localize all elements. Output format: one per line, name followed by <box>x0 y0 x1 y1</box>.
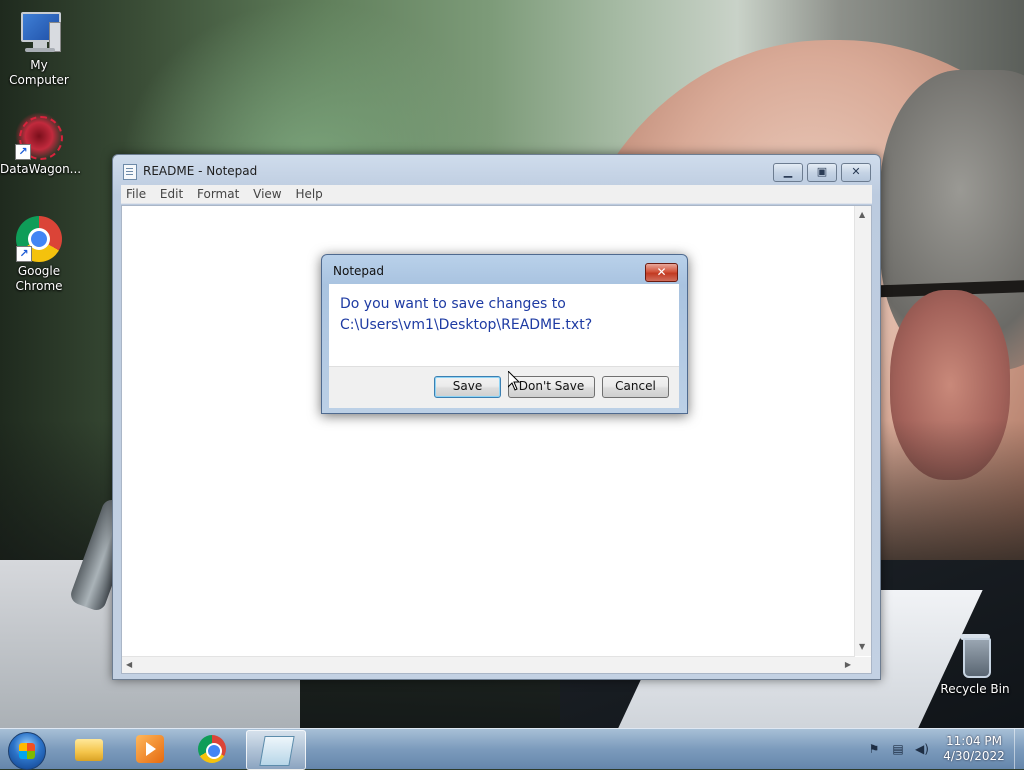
maximize-icon: ▣ <box>816 165 828 178</box>
scroll-right-icon[interactable]: ▶ <box>845 660 851 670</box>
mouse-cursor-icon <box>507 369 521 391</box>
cancel-button[interactable]: Cancel <box>602 376 669 398</box>
notepad-icon <box>259 736 295 766</box>
scroll-down-icon[interactable]: ▼ <box>859 642 865 652</box>
volume-icon[interactable]: ◀) <box>914 741 930 757</box>
system-clock[interactable]: 11:04 PM 4/30/2022 <box>936 734 1012 764</box>
scroll-up-icon[interactable]: ▲ <box>859 210 865 220</box>
close-icon: ✕ <box>851 165 861 178</box>
menu-file[interactable]: File <box>121 185 151 203</box>
desktop-icon-label: DataWagon... <box>0 162 82 176</box>
dont-save-button[interactable]: Don't Save <box>508 376 595 398</box>
dialog-body: Do you want to save changes to C:\Users\… <box>329 284 679 366</box>
close-button[interactable]: ✕ <box>841 163 871 182</box>
desktop-icon-label: Google Chrome <box>15 264 63 293</box>
desktop-icon-datawagon[interactable]: ↗ DataWagon... <box>0 112 82 177</box>
desktop-icon-recycle-bin[interactable]: Recycle Bin <box>936 632 1014 697</box>
save-changes-dialog[interactable]: Notepad ✕ Do you want to save changes to… <box>321 254 688 414</box>
computer-icon <box>15 8 63 56</box>
clock-time: 11:04 PM <box>946 734 1002 748</box>
menu-view[interactable]: View <box>248 185 286 203</box>
dialog-footer: Save Don't Save Cancel <box>329 366 679 408</box>
start-button[interactable] <box>8 732 46 770</box>
taskbar-media-player-button[interactable] <box>121 730 179 768</box>
notepad-window[interactable]: README - Notepad ▁ ▣ ✕ File Edit Format … <box>112 154 881 680</box>
menu-help[interactable]: Help <box>290 185 327 203</box>
menu-format[interactable]: Format <box>192 185 244 203</box>
taskbar-notepad-button[interactable] <box>246 730 306 770</box>
datawagon-icon: ↗ <box>15 112 63 160</box>
notepad-title: README - Notepad <box>143 164 258 178</box>
clock-date: 4/30/2022 <box>943 749 1005 763</box>
chrome-icon <box>198 735 226 763</box>
size-grip[interactable] <box>855 657 871 673</box>
chrome-icon: ↗ <box>16 216 62 262</box>
horizontal-scrollbar[interactable]: ◀ ▶ <box>122 656 855 673</box>
minimize-button[interactable]: ▁ <box>773 163 803 182</box>
windows-logo-icon <box>19 743 35 759</box>
dialog-message-line1: Do you want to save changes to <box>340 296 566 312</box>
network-icon[interactable]: ▤ <box>890 741 906 757</box>
scroll-left-icon[interactable]: ◀ <box>126 660 132 670</box>
close-icon: ✕ <box>656 265 667 279</box>
vertical-scrollbar[interactable]: ▲ ▼ <box>854 206 871 656</box>
taskbar: ⚑ ▤ ◀) 11:04 PM 4/30/2022 <box>0 728 1024 770</box>
notepad-titlebar[interactable]: README - Notepad ▁ ▣ ✕ <box>113 155 880 185</box>
taskbar-chrome-button[interactable] <box>183 730 241 768</box>
desktop-icon-label: My Computer <box>9 58 69 87</box>
dialog-close-button[interactable]: ✕ <box>645 263 678 282</box>
shortcut-arrow-icon: ↗ <box>16 246 32 262</box>
desktop-icon-google-chrome[interactable]: ↗ Google Chrome <box>0 216 78 294</box>
maximize-button[interactable]: ▣ <box>807 163 837 182</box>
action-center-flag-icon[interactable]: ⚑ <box>866 741 882 757</box>
taskbar-explorer-button[interactable] <box>60 730 118 768</box>
media-player-icon <box>136 735 164 763</box>
dialog-message: Do you want to save changes to C:\Users\… <box>340 294 670 336</box>
desktop-icon-my-computer[interactable]: My Computer <box>0 8 78 88</box>
shortcut-arrow-icon: ↗ <box>15 144 31 160</box>
notepad-icon <box>123 164 137 180</box>
folder-icon <box>75 739 103 761</box>
dialog-message-line2: C:\Users\vm1\Desktop\README.txt? <box>340 317 593 333</box>
menu-edit[interactable]: Edit <box>155 185 188 203</box>
save-button[interactable]: Save <box>434 376 501 398</box>
show-desktop-button[interactable] <box>1014 729 1024 769</box>
minimize-icon: ▁ <box>783 165 793 178</box>
desktop-icon-label: Recycle Bin <box>940 682 1010 696</box>
menu-bar: File Edit Format View Help <box>121 185 872 204</box>
dialog-title: Notepad <box>333 264 384 278</box>
recycle-bin-icon <box>951 632 999 680</box>
